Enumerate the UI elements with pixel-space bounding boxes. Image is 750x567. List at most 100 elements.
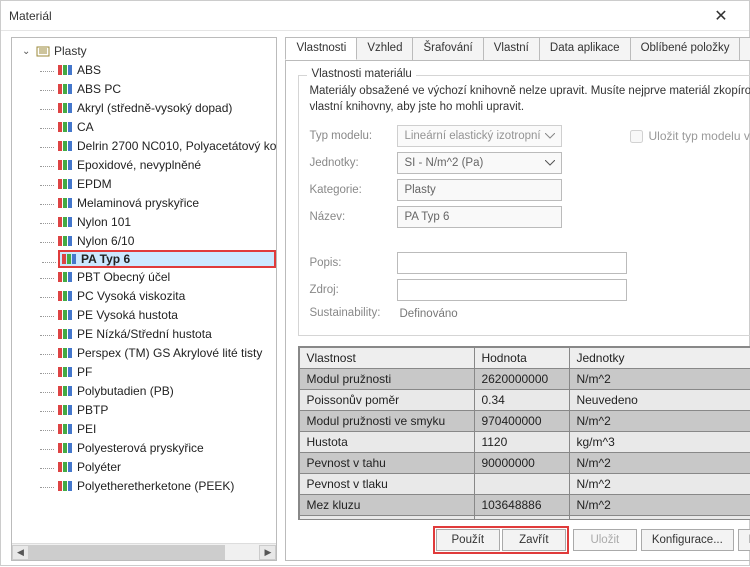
table-row[interactable]: Hustota1120kg/m^3	[300, 432, 750, 453]
tree-item[interactable]: Polyetheretherketone (PEEK)	[58, 477, 276, 495]
table-row[interactable]: Modul pružnosti ve smyku970400000N/m^2	[300, 411, 750, 432]
tree-item-label: CA	[77, 120, 94, 134]
material-icon	[58, 236, 72, 246]
desc-field[interactable]	[397, 252, 627, 274]
cell-value[interactable]: 2620000000	[475, 369, 570, 390]
table-row[interactable]: Pevnost v tlaku N/m^2	[300, 474, 750, 495]
config-button[interactable]: Konfigurace...	[641, 529, 734, 551]
scroll-right-icon[interactable]: ▶	[259, 545, 276, 560]
tree-item[interactable]: Polybutadien (PB)	[58, 382, 276, 400]
group-legend: Vlastnosti materiálu	[307, 68, 415, 80]
tab-vzhled[interactable]: Vzhled	[356, 37, 413, 60]
tree-item[interactable]: PE Nízká/Střední hustota	[58, 325, 276, 343]
table-row[interactable]: Pevnost v tahu90000000N/m^2	[300, 453, 750, 474]
col-value[interactable]: Hodnota	[475, 348, 570, 369]
tree-item-label: PE Vysoká hustota	[77, 308, 178, 322]
h-scrollbar[interactable]: ◀ ▶	[12, 543, 276, 560]
group-description: Materiály obsažené ve výchozí knihovně n…	[309, 84, 750, 115]
tree-item-label: EPDM	[77, 177, 112, 191]
material-icon	[58, 462, 72, 472]
cell-value[interactable]: 970400000	[475, 411, 570, 432]
close-icon[interactable]: ✕	[701, 2, 741, 30]
tree-item[interactable]: PBTP	[58, 401, 276, 419]
help-button[interactable]: Nápověda	[738, 529, 750, 551]
tree-item[interactable]: Nylon 6/10	[58, 232, 276, 250]
cell-value[interactable]: 1120	[475, 432, 570, 453]
tree-item-label: PEI	[77, 422, 96, 436]
tree-item[interactable]: Delrin 2700 NC010, Polyacetátový ko	[58, 137, 276, 155]
material-icon	[58, 160, 72, 170]
right-panel: VlastnostiVzhledŠrafováníVlastníData apl…	[281, 31, 750, 567]
tree-item[interactable]: EPDM	[58, 175, 276, 193]
tree-item[interactable]: PA Typ 6	[58, 250, 276, 268]
cell-units: N/m^2	[570, 474, 750, 495]
tree-item[interactable]: PEI	[58, 420, 276, 438]
tab-data aplikace[interactable]: Data aplikace	[539, 37, 631, 60]
save-model-checkbox[interactable]: Uložit typ modelu v knihovně	[630, 129, 750, 143]
category-field[interactable]	[397, 179, 562, 201]
cell-property: Pevnost v tlaku	[300, 474, 475, 495]
tree-item-label: Nylon 6/10	[77, 234, 134, 248]
label-name: Název:	[309, 211, 397, 223]
titlebar: Materiál ✕	[1, 1, 749, 31]
cell-value[interactable]: 90000000	[475, 453, 570, 474]
tree-item-label: PA Typ 6	[81, 252, 130, 266]
col-property[interactable]: Vlastnost	[300, 348, 475, 369]
table-row[interactable]: Modul pružnosti2620000000N/m^2	[300, 369, 750, 390]
cell-units: N/m^2	[570, 411, 750, 432]
tree-item[interactable]: Polyéter	[58, 458, 276, 476]
tree-item[interactable]: Epoxidové, nevyplněné	[58, 156, 276, 174]
tree-item[interactable]: Nylon 101	[58, 213, 276, 231]
cell-value[interactable]: 0.34	[475, 390, 570, 411]
tree-item-label: Delrin 2700 NC010, Polyacetátový ko	[77, 139, 276, 153]
collapse-icon[interactable]: ⌄	[22, 46, 30, 57]
sustainability-value: Definováno	[397, 308, 457, 320]
tab-šrafování[interactable]: Šrafování	[412, 37, 483, 60]
tree-item[interactable]: PE Vysoká hustota	[58, 306, 276, 324]
tree-root[interactable]: ⌄ Plasty	[16, 42, 276, 60]
tree-item-label: Polyéter	[77, 460, 121, 474]
tree-item[interactable]: PF	[58, 363, 276, 381]
material-icon	[58, 481, 72, 491]
tab-vlastnosti[interactable]: Vlastnosti	[285, 37, 357, 60]
tab-vlastní[interactable]: Vlastní	[483, 37, 540, 60]
close-button[interactable]: Zavřít	[502, 529, 566, 551]
col-units[interactable]: Jednotky	[570, 348, 750, 369]
cell-value[interactable]	[475, 474, 570, 495]
tab-plech[interactable]: Plech	[739, 37, 750, 60]
units-select[interactable]: SI - N/m^2 (Pa)	[397, 152, 562, 174]
material-icon	[58, 329, 72, 339]
scroll-track[interactable]	[29, 545, 259, 560]
cell-value[interactable]: 103648886	[475, 495, 570, 516]
scroll-thumb[interactable]	[29, 545, 225, 560]
table-row[interactable]: Mez kluzu103648886N/m^2	[300, 495, 750, 516]
table-row[interactable]: Poissonův poměr0.34Neuvedeno	[300, 390, 750, 411]
material-icon	[58, 141, 72, 151]
tree-item[interactable]: PBT Obecný účel	[58, 268, 276, 286]
material-icon	[58, 65, 72, 75]
tree-item[interactable]: Perspex (TM) GS Akrylové lité tisty	[58, 344, 276, 362]
scroll-left-icon[interactable]: ◀	[12, 545, 29, 560]
cell-property: Modul pružnosti	[300, 369, 475, 390]
material-icon	[58, 443, 72, 453]
highlighted-buttons: Použít Zavřít	[433, 526, 569, 554]
cell-units: kg/m^3	[570, 432, 750, 453]
apply-button[interactable]: Použít	[436, 529, 500, 551]
tree-item[interactable]: Akryl (středně-vysoký dopad)	[58, 99, 276, 117]
label-model-type: Typ modelu:	[309, 130, 397, 142]
source-field[interactable]	[397, 279, 627, 301]
tree-item[interactable]: ABS PC	[58, 80, 276, 98]
model-type-select[interactable]: Lineární elastický izotropní	[397, 125, 562, 147]
save-button[interactable]: Uložit	[573, 529, 637, 551]
tab-oblíbené položky[interactable]: Oblíbené položky	[630, 37, 741, 60]
tree-item[interactable]: ABS	[58, 61, 276, 79]
tree-item-label: PBTP	[77, 403, 108, 417]
cell-units: N/m^2	[570, 495, 750, 516]
material-icon	[58, 386, 72, 396]
tree-item[interactable]: Polyesterová pryskyřice	[58, 439, 276, 457]
cell-property: Pevnost v tahu	[300, 453, 475, 474]
tree-item[interactable]: CA	[58, 118, 276, 136]
tree-item[interactable]: PC Vysoká viskozita	[58, 287, 276, 305]
tree-item[interactable]: Melaminová pryskyřice	[58, 194, 276, 212]
name-field[interactable]	[397, 206, 562, 228]
